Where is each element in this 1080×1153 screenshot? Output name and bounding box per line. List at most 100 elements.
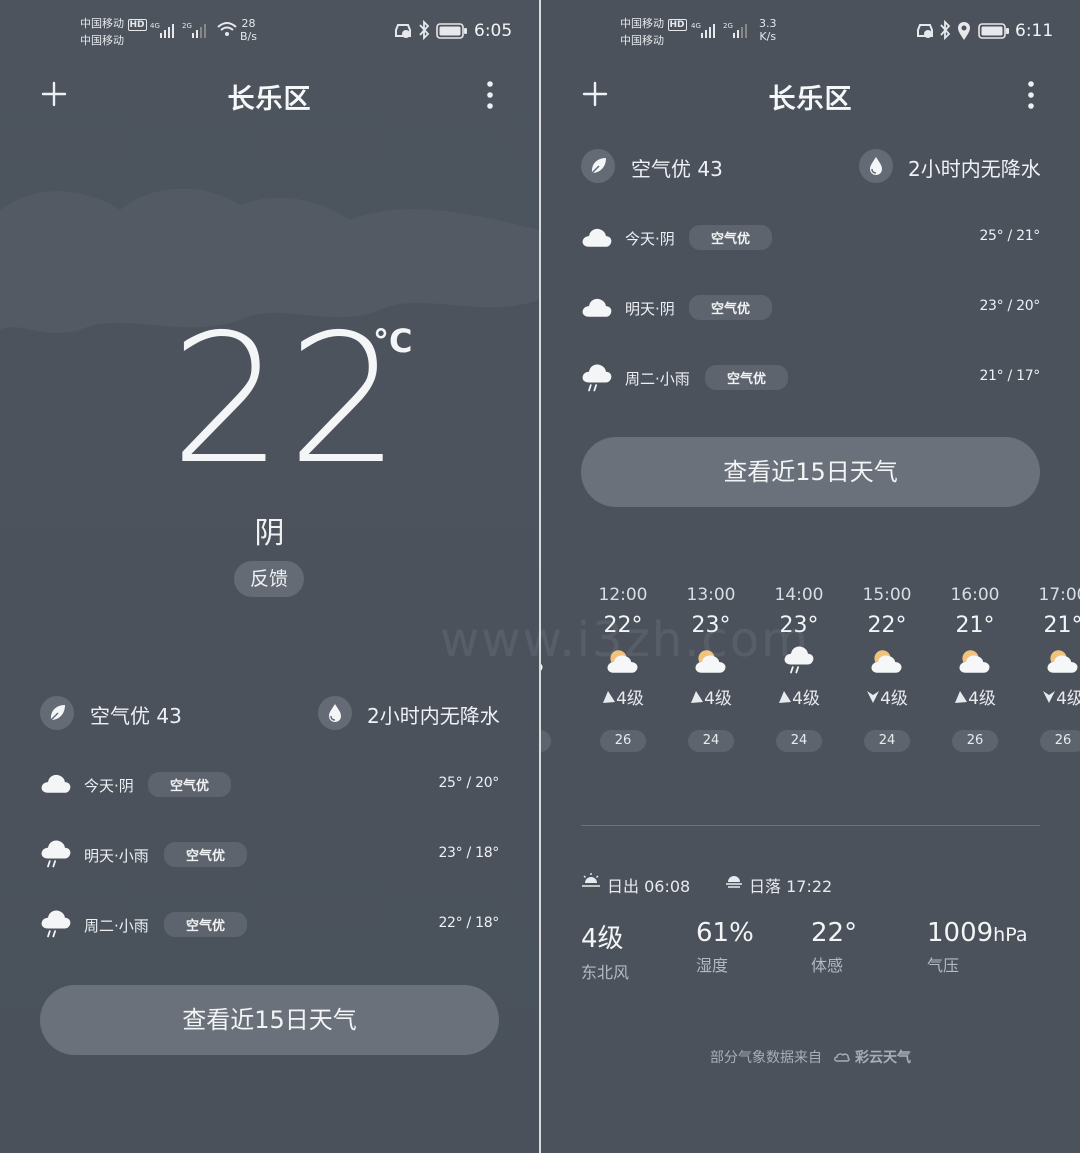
air-quality: 空气优 43 <box>631 157 723 181</box>
wifi-icon <box>216 20 238 42</box>
hd-badge: HD <box>667 19 687 31</box>
stat-label: 气压 <box>927 956 960 975</box>
hour-item: 00 2° 级 7 <box>541 585 563 752</box>
day-aqi-badge: 空气优 <box>689 225 773 250</box>
stat-label: 体感 <box>811 956 844 975</box>
day-aqi-badge: 空气优 <box>164 842 248 867</box>
hour-item: 16:00 21° 4级 26 <box>940 585 1010 752</box>
status-time: 6:11 <box>1015 21 1054 41</box>
rain-forecast: 2小时内无降水 <box>367 704 500 728</box>
sun-cloud-icon <box>852 644 922 684</box>
carrier-2: 中国移动 <box>80 34 124 47</box>
day-temp-range: 22° / 18° <box>438 915 499 931</box>
sunrise-time: 日出 06:08 <box>607 877 691 896</box>
cloud-icon <box>581 224 613 254</box>
rain-forecast: 2小时内无降水 <box>908 157 1041 181</box>
current-temperature: 22 <box>170 296 405 503</box>
sun-cloud-icon <box>1028 644 1080 684</box>
sunrise-icon <box>581 872 601 892</box>
day-aqi-badge: 空气优 <box>164 912 248 937</box>
forecast-15-day-button[interactable]: 查看近15日天气 <box>40 985 499 1055</box>
car-icon <box>915 22 935 44</box>
sun-cloud-icon <box>940 644 1010 684</box>
rain-icon <box>40 908 72 944</box>
stat-feels-like: 22° 体感 <box>811 918 857 976</box>
signal-icon: 4G 2G <box>691 20 753 44</box>
city-title: 长乐区 <box>227 84 312 115</box>
hour-wind: 4级 <box>676 684 746 709</box>
hour-time: 13:00 <box>686 585 736 605</box>
hour-wind: 4级 <box>1028 684 1080 709</box>
air-quality: 空气优 43 <box>90 704 182 728</box>
car-icon <box>393 22 413 44</box>
stat-label: 东北风 <box>581 963 630 982</box>
leaf-icon <box>40 696 74 730</box>
day-aqi-badge: 空气优 <box>148 772 232 797</box>
stat-value: 61% <box>696 918 754 948</box>
hour-time: 15:00 <box>862 585 912 605</box>
wind-direction-icon <box>867 691 880 703</box>
battery-icon <box>436 23 468 43</box>
day-label: 周二·小雨 <box>84 917 149 935</box>
section-divider <box>581 825 1040 826</box>
caiyun-logo-icon <box>833 1053 850 1062</box>
svg-text:2G: 2G <box>182 22 192 30</box>
more-menu-button[interactable] <box>1019 80 1043 114</box>
hour-aqi: 24 <box>776 730 822 752</box>
forecast-15-day-button[interactable]: 查看近15日天气 <box>581 437 1040 507</box>
rain-icon <box>581 362 613 398</box>
raindrop-icon <box>859 149 893 183</box>
hour-temp: 22° <box>867 613 907 638</box>
day-aqi-badge: 空气优 <box>705 365 789 390</box>
hour-item: 13:00 23° 4级 24 <box>676 585 746 752</box>
hour-item: 17:00 21° 4级 26 <box>1028 585 1080 752</box>
day-label: 明天·小雨 <box>84 847 149 865</box>
net-speed: 3.3 K/s <box>759 17 777 43</box>
hour-wind: 4级 <box>588 684 658 709</box>
more-menu-button[interactable] <box>478 80 502 114</box>
hour-aqi: 26 <box>600 730 646 752</box>
day-temp-range: 23° / 20° <box>979 298 1040 314</box>
stat-pressure: 1009hPa 气压 <box>927 918 1027 976</box>
hour-wind: 4级 <box>940 684 1010 709</box>
status-carriers: 中国移动 HD 中国移动 <box>80 16 147 48</box>
hour-wind: 级 <box>541 684 563 709</box>
hour-time: 16:00 <box>950 585 1000 605</box>
day-temp-range: 25° / 20° <box>438 775 499 791</box>
watermark: www.i3zh.com <box>440 612 810 668</box>
carrier-1: 中国移动 <box>80 17 124 30</box>
net-speed-value: 28 <box>241 17 256 30</box>
stat-value: 1009 <box>927 918 994 948</box>
cloud-icon <box>40 770 72 800</box>
current-condition: 阴 <box>254 516 285 551</box>
hour-time: 12:00 <box>598 585 648 605</box>
hour-temp: 21° <box>1043 613 1080 638</box>
data-source-text: 部分气象数据来自 <box>710 1050 823 1066</box>
wind-direction-icon <box>779 691 792 703</box>
wind-direction-icon <box>955 691 968 703</box>
net-speed-unit: K/s <box>759 30 777 43</box>
hour-aqi: 24 <box>864 730 910 752</box>
hour-item: 12:00 22° 4级 26 <box>588 585 658 752</box>
wind-direction-icon <box>603 691 616 703</box>
stat-wind: 4级 东北风 <box>581 918 629 983</box>
day-label: 明天·阴 <box>625 300 675 318</box>
sunset-time: 日落 17:22 <box>749 877 833 896</box>
hour-item: 14:00 23° 4级 24 <box>764 585 834 752</box>
hour-time: 17:00 <box>1038 585 1080 605</box>
city-title: 长乐区 <box>768 84 853 115</box>
hour-time: 14:00 <box>774 585 824 605</box>
carrier-1: 中国移动 <box>620 17 664 30</box>
data-source: 部分气象数据来自 彩云天气 <box>541 1047 1080 1067</box>
feedback-button[interactable]: 反馈 <box>234 561 304 597</box>
wind-direction-icon <box>1043 691 1056 703</box>
sunset-icon <box>724 872 744 892</box>
signal-icon: 4G 2G <box>150 20 212 44</box>
location-icon <box>957 21 971 45</box>
day-temp-range: 23° / 18° <box>438 845 499 861</box>
status-carriers: 中国移动 HD 中国移动 <box>620 16 687 48</box>
stat-label: 湿度 <box>696 956 729 975</box>
status-time: 6:05 <box>474 21 513 41</box>
data-source-brand[interactable]: 彩云天气 <box>855 1050 911 1066</box>
right-screen: 中国移动 HD 中国移动 4G 2G 3.3 K/s 6:11 长乐区 空气优 4… <box>541 0 1080 1153</box>
